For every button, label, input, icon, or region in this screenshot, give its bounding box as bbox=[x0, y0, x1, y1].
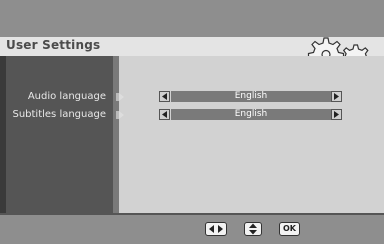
settings-content-panel bbox=[119, 56, 384, 213]
arrow-left-icon[interactable] bbox=[159, 109, 170, 120]
left-right-arrows-icon[interactable] bbox=[205, 222, 227, 236]
arrow-right-icon[interactable] bbox=[331, 91, 342, 102]
subtitles-language-selector[interactable]: English bbox=[159, 109, 345, 120]
audio-language-selector[interactable]: English bbox=[159, 91, 345, 102]
footer-divider bbox=[0, 213, 384, 215]
top-band bbox=[0, 0, 384, 37]
arrow-right-icon[interactable] bbox=[331, 109, 342, 120]
pointer-right-icon bbox=[116, 111, 124, 119]
ok-button[interactable]: OK bbox=[279, 222, 300, 236]
subtitles-language-value: English bbox=[234, 109, 268, 119]
footer-bar bbox=[0, 213, 384, 244]
subtitles-language-label: Subtitles language bbox=[12, 109, 106, 120]
arrow-left-icon[interactable] bbox=[159, 91, 170, 102]
settings-label-panel bbox=[6, 56, 113, 213]
audio-language-label: Audio language bbox=[27, 91, 106, 102]
page-title: User Settings bbox=[6, 38, 101, 52]
up-down-arrows-icon[interactable] bbox=[244, 222, 262, 236]
audio-language-value: English bbox=[234, 91, 268, 101]
settings-screen: User Settings Audio language English Sub… bbox=[0, 0, 384, 244]
pointer-right-icon bbox=[116, 93, 124, 101]
